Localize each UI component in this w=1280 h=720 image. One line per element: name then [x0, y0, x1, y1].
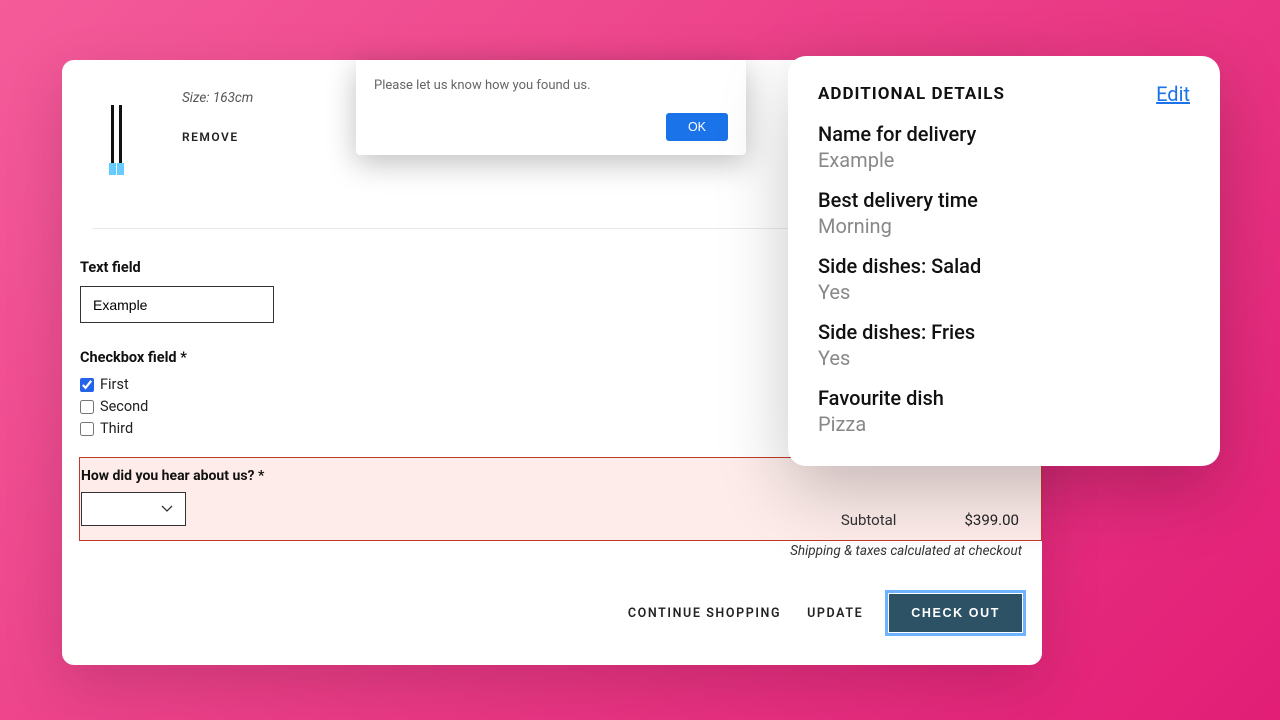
subtotal-label: Subtotal [841, 511, 897, 529]
detail-item: Favourite dish Pizza [818, 386, 1190, 436]
cart-button-row: CONTINUE SHOPPING UPDATE CHECK OUT [628, 594, 1022, 632]
how-heard-select[interactable] [81, 492, 186, 526]
skis-icon [107, 105, 127, 175]
checkbox-third[interactable] [80, 422, 94, 436]
detail-item: Side dishes: Salad Yes [818, 254, 1190, 304]
detail-value: Morning [818, 214, 1190, 238]
detail-key: Side dishes: Salad [818, 254, 1190, 278]
detail-value: Yes [818, 280, 1190, 304]
summary-area: Subtotal $399.00 Shipping & taxes calcul… [722, 511, 1022, 577]
edit-link[interactable]: Edit [1156, 82, 1190, 106]
shipping-note: Shipping & taxes calculated at checkout [722, 543, 1022, 559]
checkout-button[interactable]: CHECK OUT [889, 594, 1022, 632]
text-field-input[interactable] [80, 286, 274, 323]
chevron-down-icon [161, 505, 173, 513]
checkbox-third-label: Third [100, 420, 133, 437]
detail-value: Example [818, 148, 1190, 172]
update-button[interactable]: UPDATE [807, 606, 863, 621]
error-field-label: How did you hear about us? * [80, 468, 1041, 484]
continue-shopping-button[interactable]: CONTINUE SHOPPING [628, 606, 781, 621]
detail-key: Name for delivery [818, 122, 1190, 146]
subtotal-value: $399.00 [964, 511, 1019, 529]
checkbox-second[interactable] [80, 400, 94, 414]
alert-dialog: Please let us know how you found us. OK [356, 60, 746, 155]
alert-ok-button[interactable]: OK [666, 113, 728, 141]
detail-value: Pizza [818, 412, 1190, 436]
detail-item: Best delivery time Morning [818, 188, 1190, 238]
checkbox-first-label: First [100, 376, 129, 393]
detail-key: Favourite dish [818, 386, 1190, 410]
product-thumbnail [92, 90, 142, 190]
detail-item: Side dishes: Fries Yes [818, 320, 1190, 370]
checkbox-first[interactable] [80, 378, 94, 392]
additional-details-panel: ADDITIONAL DETAILS Edit Name for deliver… [788, 56, 1220, 466]
detail-value: Yes [818, 346, 1190, 370]
checkbox-second-label: Second [100, 398, 148, 415]
detail-key: Side dishes: Fries [818, 320, 1190, 344]
alert-message: Please let us know how you found us. [374, 78, 728, 93]
details-title: ADDITIONAL DETAILS [818, 84, 1005, 104]
detail-item: Name for delivery Example [818, 122, 1190, 172]
detail-key: Best delivery time [818, 188, 1190, 212]
